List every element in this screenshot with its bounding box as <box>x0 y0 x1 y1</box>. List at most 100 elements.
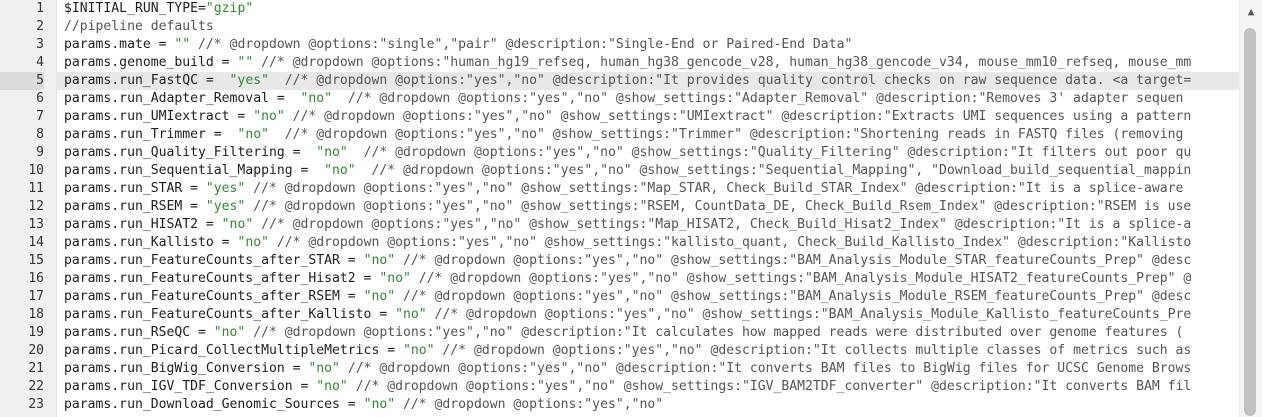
scroll-up-arrow-icon[interactable]: ▲ <box>1244 6 1258 18</box>
line-number: 2 <box>36 19 44 34</box>
code-token: params.run_BigWig_Conversion = <box>64 361 309 376</box>
string-token: "no" <box>237 235 269 250</box>
line-number: 12 <box>28 199 44 214</box>
line-number: 1 <box>36 1 44 16</box>
comment-token: //* @dropdown @options:"yes","no" @show_… <box>355 163 1192 178</box>
code-line-text: params.run_FeatureCounts_after_Kallisto … <box>64 306 1191 324</box>
comment-token: //* @dropdown @options:"yes","no" @descr… <box>245 325 1184 340</box>
code-token: params.run_Kallisto = <box>64 235 238 250</box>
code-line[interactable]: params.run_STAR = "yes" //* @dropdown @o… <box>56 180 1240 198</box>
line-number: 4 <box>36 55 44 70</box>
code-line[interactable]: params.run_Adapter_Removal = "no" //* @d… <box>56 90 1240 108</box>
code-line[interactable]: params.run_Download_Genomic_Sources = "n… <box>56 396 1240 414</box>
comment-token: //* @dropdown @options:"yes","no" @show_… <box>410 271 1192 286</box>
code-line[interactable]: params.run_Kallisto = "no" //* @dropdown… <box>56 234 1240 252</box>
comment-token: //* @dropdown @options:"yes","no" @show_… <box>395 289 1192 304</box>
comment-token: //* @dropdown @options:"yes","no" @show_… <box>347 145 1192 160</box>
code-line-text: params.run_IGV_TDF_Conversion = "no" //*… <box>64 378 1191 396</box>
code-token: params.run_Picard_CollectMultipleMetrics… <box>64 343 403 358</box>
code-token: params.run_FeatureCounts_after_Hisat2 = <box>64 271 380 286</box>
code-token: params.run_STAR = <box>64 181 206 196</box>
comment-token: //* @dropdown @options:"yes","no" @show_… <box>347 379 1192 394</box>
code-line-text: params.run_Trimmer = "no" //* @dropdown … <box>64 126 1183 144</box>
string-token: "no" <box>308 361 340 376</box>
code-line-text: params.run_RSeQC = "no" //* @dropdown @o… <box>64 324 1183 342</box>
string-token: "no" <box>221 217 254 232</box>
comment-token: //* @dropdown @options:"yes","no" @descr… <box>339 361 1192 376</box>
code-line[interactable]: params.run_BigWig_Conversion = "no" //* … <box>56 360 1240 378</box>
code-line[interactable]: params.run_Sequential_Mapping = "no" //*… <box>56 162 1240 180</box>
code-line[interactable]: params.run_Trimmer = "no" //* @dropdown … <box>56 126 1240 144</box>
comment-token: //* @dropdown @options:"yes","no" @show_… <box>245 181 1184 196</box>
string-token: "no" <box>237 127 269 142</box>
string-token: "no" <box>363 397 396 412</box>
line-number: 19 <box>28 325 44 340</box>
line-number: 15 <box>28 253 44 268</box>
code-line-text: params.run_HISAT2 = "no" //* @dropdown @… <box>64 216 1191 234</box>
string-token: "no" <box>379 271 411 286</box>
code-token: params.run_HISAT2 = <box>64 217 222 232</box>
line-number: 14 <box>28 235 44 250</box>
comment-token: //* @dropdown @options:"yes","no" @show_… <box>253 217 1192 232</box>
code-line[interactable]: params.run_Picard_CollectMultipleMetrics… <box>56 342 1240 360</box>
code-line[interactable]: params.run_RSeQC = "no" //* @dropdown @o… <box>56 324 1240 342</box>
string-token: "no" <box>316 379 348 394</box>
scrollbar-thumb[interactable] <box>1244 28 1256 416</box>
comment-token: //* @dropdown @options:"yes","no" @show_… <box>332 91 1184 106</box>
comment-token: //* @dropdown @options:"yes","no" @show_… <box>268 235 1192 250</box>
code-token: params.run_FeatureCounts_after_RSEM = <box>64 289 364 304</box>
comment-token: //* @dropdown @options:"yes","no" @descr… <box>268 73 1192 88</box>
code-token: params.run_RSeQC = <box>64 325 214 340</box>
comment-token: //* @dropdown @options:"yes","no" <box>395 397 664 412</box>
comment-token: //pipeline defaults <box>64 19 214 34</box>
string-token: "no" <box>300 91 333 106</box>
code-line[interactable]: params.run_IGV_TDF_Conversion = "no" //*… <box>56 378 1240 396</box>
code-token: params.run_Trimmer = <box>64 127 238 142</box>
code-token: params.run_Adapter_Removal = <box>64 91 301 106</box>
code-token: params.run_RSEM = <box>64 199 206 214</box>
line-number: 17 <box>28 289 44 304</box>
line-number: 3 <box>36 37 44 52</box>
line-number: 5 <box>0 72 44 90</box>
string-token: "yes" <box>229 73 269 88</box>
code-line-text: params.run_Adapter_Removal = "no" //* @d… <box>64 90 1183 108</box>
line-number-gutter: 1 2 3 4 5 6 7 8 9 10 11 12 13 14 15 16 17 18 19 20 21 22 23 <box>0 0 57 417</box>
code-line[interactable]: $INITIAL_RUN_TYPE="gzip" <box>56 0 1240 18</box>
code-line-text: $INITIAL_RUN_TYPE="gzip" <box>64 0 253 18</box>
code-area[interactable]: $INITIAL_RUN_TYPE="gzip"//pipeline defau… <box>56 0 1240 417</box>
code-line[interactable]: params.run_Quality_Filtering = "no" //* … <box>56 144 1240 162</box>
code-line[interactable]: params.run_FeatureCounts_after_Kallisto … <box>56 306 1240 324</box>
line-number: 20 <box>28 343 44 358</box>
string-token: "no" <box>316 145 348 160</box>
code-line[interactable]: //pipeline defaults <box>56 18 1240 36</box>
comment-token: //* @dropdown @options:"yes","no" @show_… <box>268 127 1184 142</box>
code-line[interactable]: params.run_FeatureCounts_after_Hisat2 = … <box>56 270 1240 288</box>
code-line-text: params.run_UMIextract = "no" //* @dropdo… <box>64 108 1191 126</box>
line-number: 22 <box>28 379 44 394</box>
string-token: "no" <box>363 289 396 304</box>
code-line[interactable]: params.run_FeatureCounts_after_STAR = "n… <box>56 252 1240 270</box>
vertical-scrollbar[interactable]: ▲ <box>1239 0 1262 417</box>
comment-token: //* @dropdown @options:"yes","no" @show_… <box>245 199 1192 214</box>
code-line-text: params.run_Picard_CollectMultipleMetrics… <box>64 342 1191 360</box>
string-token: "gzip" <box>205 1 254 16</box>
line-number: 21 <box>28 361 44 376</box>
comment-token: //* @dropdown @options:"yes","no" @show_… <box>284 109 1192 124</box>
code-line[interactable]: params.genome_build = "" //* @dropdown @… <box>56 54 1240 72</box>
comment-token: //* @dropdown @options:"yes","no" @descr… <box>434 343 1192 358</box>
code-token: params.genome_build = <box>64 55 238 70</box>
string-token: "yes" <box>205 199 246 214</box>
code-token: params.run_Sequential_Mapping = <box>64 163 325 178</box>
code-line[interactable]: params.mate = "" //* @dropdown @options:… <box>56 36 1240 54</box>
code-line-text: params.run_FeatureCounts_after_STAR = "n… <box>64 252 1191 270</box>
code-editor[interactable]: 1 2 3 4 5 6 7 8 9 10 11 12 13 14 15 16 17 18 19 20 21 22 23 $I… <box>0 0 1262 417</box>
code-line[interactable]: params.run_RSEM = "yes" //* @dropdown @o… <box>56 198 1240 216</box>
code-line[interactable]: params.run_FastQC = "yes" //* @dropdown … <box>56 72 1240 90</box>
code-token: $INITIAL_RUN_TYPE= <box>64 1 206 16</box>
code-token: params.run_IGV_TDF_Conversion = <box>64 379 317 394</box>
string-token: "no" <box>402 343 435 358</box>
line-number: 8 <box>36 127 44 142</box>
code-line[interactable]: params.run_UMIextract = "no" //* @dropdo… <box>56 108 1240 126</box>
code-line[interactable]: params.run_HISAT2 = "no" //* @dropdown @… <box>56 216 1240 234</box>
code-line[interactable]: params.run_FeatureCounts_after_RSEM = "n… <box>56 288 1240 306</box>
